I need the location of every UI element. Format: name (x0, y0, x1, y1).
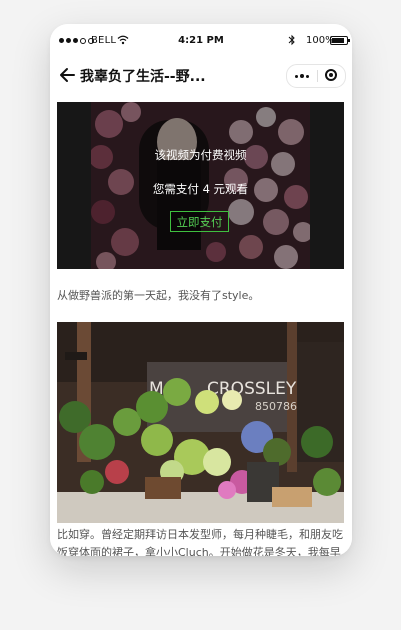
article-paragraph-2: 比如穿。曾经定期拜访日本发型师，每月种睫毛，和朋友吃 饭穿体面的裙子，拿小小Cl… (57, 526, 349, 556)
flower-shop-photo: MAR CROSSLEY 850786 (57, 322, 344, 523)
status-bar: BELL 4:21 PM 100% (50, 32, 352, 52)
payment-note: 您需支付 4 元观看 (152, 182, 249, 196)
pay-now-button[interactable]: 立即支付 (170, 211, 229, 232)
shop-number: 850786 (255, 400, 297, 413)
more-options-button[interactable] (287, 65, 317, 87)
battery-icon (330, 36, 350, 45)
video-player[interactable]: 该视频为付费视频 您需支付 4 元观看 立即支付 (57, 102, 344, 269)
paid-video-title: 该视频为付费视频 (154, 148, 247, 162)
paragraph-line: 比如穿。曾经定期拜访日本发型师，每月种睫毛，和朋友吃 (57, 528, 343, 541)
capsule-divider (317, 70, 318, 82)
battery-fill (332, 38, 344, 43)
paragraph-line: 饭穿体面的裙子，拿小小Cluch。开始做花是冬天，我每早 (57, 546, 341, 556)
article-paragraph: 从做野兽派的第一天起，我没有了style。 (57, 289, 260, 302)
page-title: 我辜负了生活--野... (80, 69, 206, 85)
nav-bar: 我辜负了生活--野... (50, 58, 352, 96)
mini-program-capsule (286, 64, 346, 88)
phone-screen: BELL 4:21 PM 100% 我辜负了生活--野... 该视频为付费视频 … (50, 24, 352, 556)
back-arrow-icon[interactable] (58, 65, 78, 85)
shop-sign-right: CROSSLEY (207, 379, 297, 399)
close-target-icon[interactable] (325, 69, 337, 81)
bluetooth-icon (288, 34, 295, 46)
